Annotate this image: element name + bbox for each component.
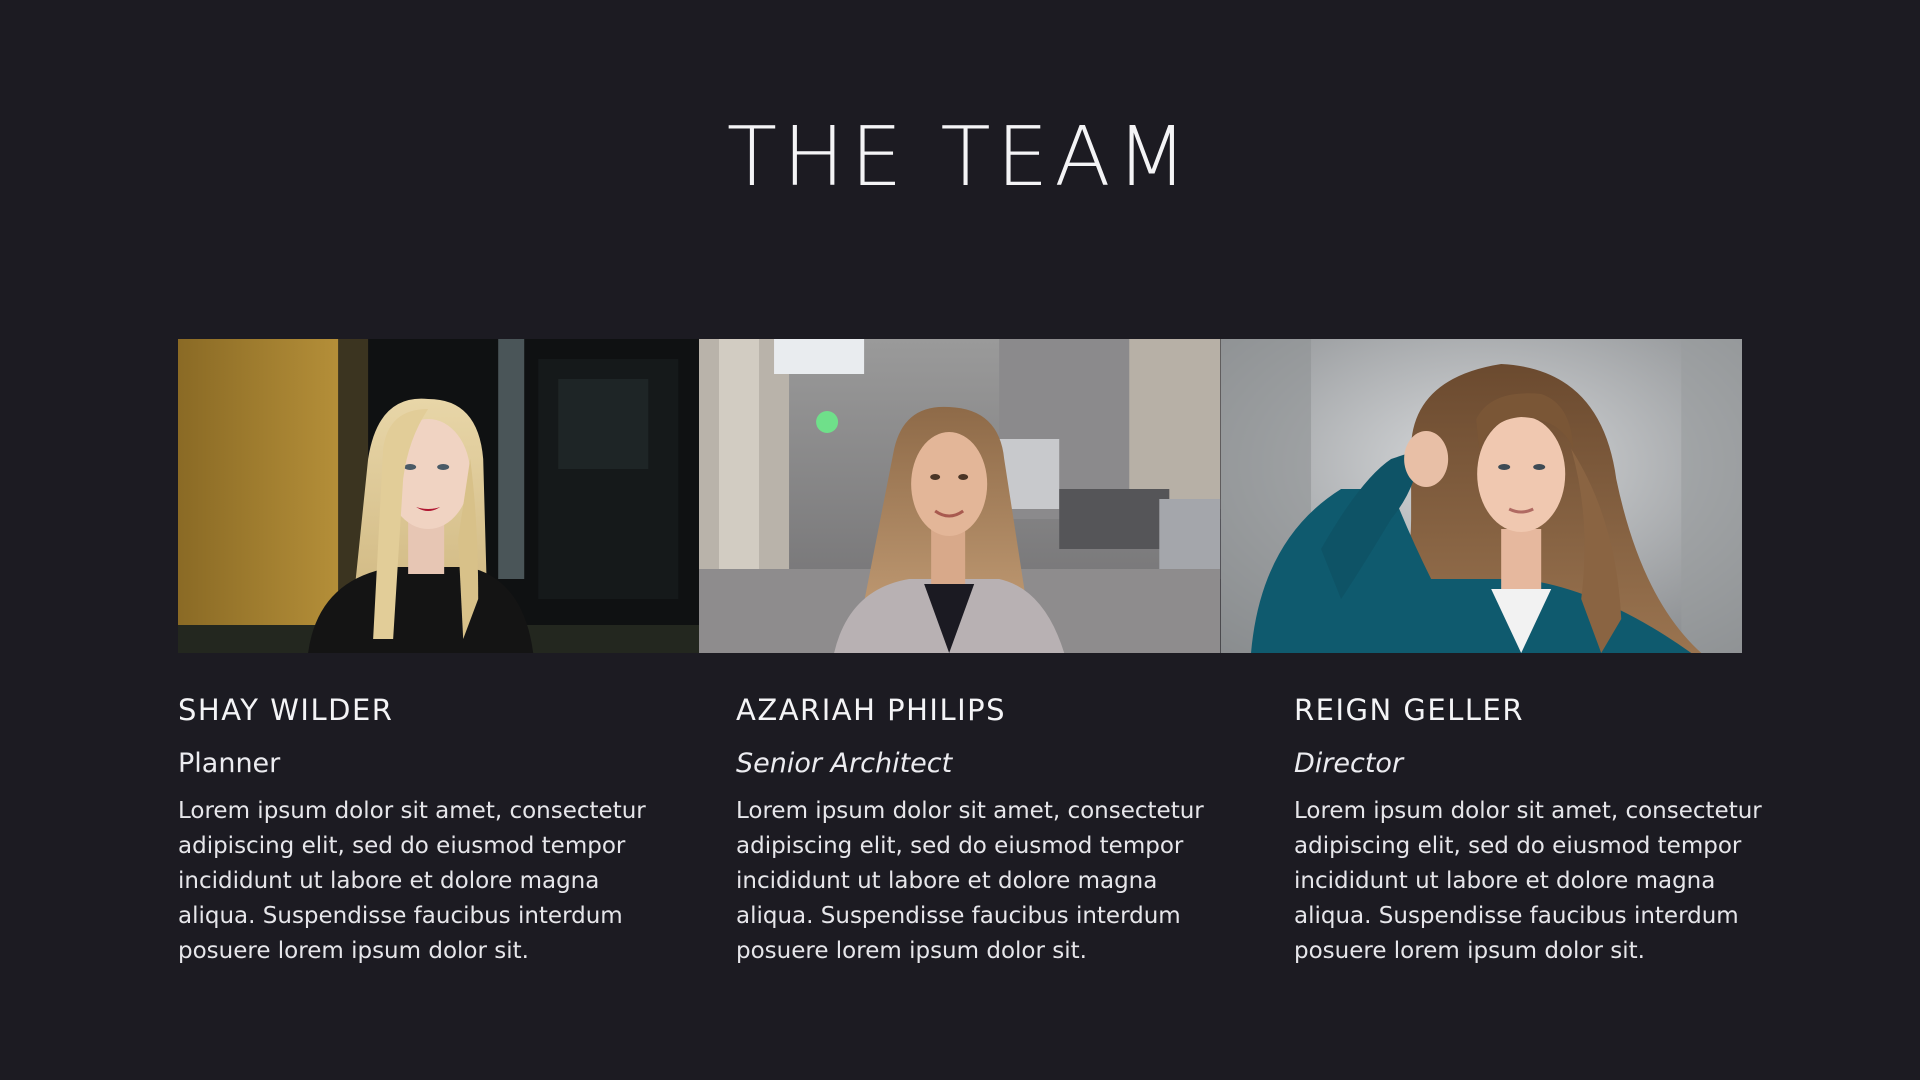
team-member-bio: Lorem ipsum dolor sit amet, consectetur … — [178, 798, 646, 964]
slide-title: THE TEAM — [726, 110, 1194, 205]
team-member-name: SHAY WILDER — [178, 693, 394, 727]
portrait-photo-icon — [699, 339, 1221, 653]
team-photo-reign-geller — [1220, 339, 1742, 653]
team-member-bio: Lorem ipsum dolor sit amet, consectetur … — [736, 798, 1204, 964]
team-slide: THE TEAM SHAY WILDER Planner Lorem ipsum… — [0, 0, 1920, 1080]
team-member-card: REIGN GELLER Director Lorem ipsum dolor … — [1294, 688, 1764, 969]
team-member-role: Director — [1294, 748, 1404, 779]
team-member-role: Senior Architect — [736, 748, 953, 779]
team-member-bio: Lorem ipsum dolor sit amet, consectetur … — [1294, 798, 1762, 964]
team-photo-strip — [178, 339, 1742, 653]
team-member-name: AZARIAH PHILIPS — [736, 693, 1007, 727]
team-member-card: AZARIAH PHILIPS Senior Architect Lorem i… — [736, 688, 1206, 969]
team-photo-shay-wilder — [178, 339, 700, 653]
portrait-photo-icon — [178, 339, 700, 653]
team-member-card: SHAY WILDER Planner Lorem ipsum dolor si… — [178, 688, 648, 969]
portrait-photo-icon — [1220, 339, 1742, 653]
team-member-role: Planner — [178, 748, 281, 779]
team-photo-azariah-philips — [699, 339, 1221, 653]
team-member-name: REIGN GELLER — [1294, 693, 1524, 727]
